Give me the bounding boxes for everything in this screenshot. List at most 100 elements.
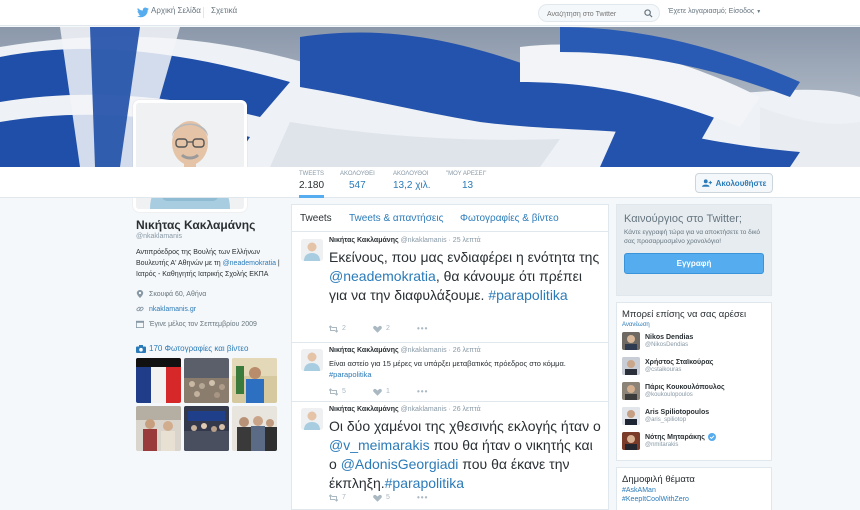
camera-icon [136, 344, 146, 353]
stat-followers[interactable]: ΑΚΟΛΟΥΘΟΙ 13,2 χιλ. [393, 171, 431, 191]
bio-mention-link[interactable]: @neademokratia [223, 260, 276, 267]
hashtag-link[interactable]: #parapolitika [385, 475, 464, 491]
more-dots-icon: ••• [417, 493, 429, 502]
photo-thumbnail[interactable] [184, 406, 229, 451]
tweet-author-name[interactable]: Νικήτας Κακλαμάνης [329, 347, 399, 354]
more-action[interactable]: ••• [417, 387, 461, 396]
suggested-user[interactable]: Πάρις Κουκουλόπουλος @koukoulopoulos [622, 378, 766, 403]
search-input[interactable] [539, 6, 639, 23]
retweet-count: 7 [342, 494, 346, 501]
like-action[interactable]: 1 [373, 388, 417, 396]
search-box [538, 4, 660, 23]
tweet-item[interactable]: Νικήτας Κακλαμάνης @nkaklamanis · 25 λεπ… [292, 233, 608, 343]
suggested-user[interactable]: Nikos Dendias @NikosDendias [622, 328, 766, 353]
search-icon[interactable] [644, 9, 653, 18]
retweet-action[interactable]: 2 [329, 324, 373, 333]
tweet-header: Νικήτας Κακλαμάνης @nkaklamanis · 26 λεπ… [329, 406, 481, 413]
tweet-author-name[interactable]: Νικήτας Κακλαμάνης [329, 237, 399, 244]
suggested-user-name[interactable]: Nikos Dendias [645, 334, 693, 341]
suggested-user-avatar[interactable] [622, 406, 640, 425]
tweet-avatar[interactable] [301, 408, 323, 430]
stat-following[interactable]: ΑΚΟΛΟΥΘΕΙ 547 [340, 171, 375, 191]
suggested-user[interactable]: Χρήστος Σταϊκούρας @cstaikouras [622, 353, 766, 378]
stat-likes[interactable]: "ΜΟΥ ΑΡΕΣΕΙ" 13 [446, 171, 486, 191]
photo-thumbnail[interactable] [184, 358, 229, 403]
mention-link[interactable]: @neademokratia [329, 268, 436, 284]
tweet-author-handle[interactable]: @nkaklamanis [401, 237, 447, 244]
trend-item[interactable]: #AskAMan [622, 487, 766, 494]
heart-icon [373, 388, 382, 396]
mention-link[interactable]: @v_meimarakis [329, 437, 430, 453]
photos-videos-link[interactable]: 170 Φωτογραφίες και βίντεο [136, 344, 248, 353]
suggested-user-handle: @nmitarakis [645, 442, 679, 448]
joined-text: Έγινε μέλος τον Σεπτεμβρίου 2009 [149, 320, 257, 328]
photo-thumbnail[interactable] [136, 406, 181, 451]
trends-card: Δημοφιλή θέματα #AskAMan #KeepItCoolWith… [616, 467, 772, 510]
stat-value: 547 [349, 180, 366, 191]
profile-bio: Αντιπρόεδρος της Βουλής των Ελλήνων Βουλ… [136, 247, 281, 280]
mention-link[interactable]: @AdonisGeorgiadi [341, 456, 459, 472]
suggested-user[interactable]: Νότης Μηταράκης @nmitarakis [622, 428, 766, 453]
more-action[interactable]: ••• [417, 493, 461, 502]
follow-button[interactable]: Ακολουθήστε [695, 173, 773, 193]
tweet-avatar[interactable] [301, 239, 323, 261]
signup-card: Καινούργιος στο Twitter; Κάντε εγγραφή τ… [616, 204, 772, 296]
tweet-author-handle[interactable]: @nkaklamanis [401, 347, 447, 354]
hashtag-link[interactable]: #parapolitika [329, 370, 372, 379]
more-dots-icon: ••• [417, 324, 429, 333]
tab-photos-videos[interactable]: Φωτογραφίες & βίντεο [460, 213, 559, 224]
login-link[interactable]: Έχετε λογαριασμό; Είσοδος ▼ [668, 8, 761, 15]
like-action[interactable]: 5 [373, 494, 417, 502]
tweet-header: Νικήτας Κακλαμάνης @nkaklamanis · 25 λεπ… [329, 237, 481, 244]
tweet-timestamp[interactable]: · 25 λεπτά [449, 237, 481, 244]
profile-handle[interactable]: @nkaklamanis [136, 233, 281, 240]
stat-tweets[interactable]: TWEETS 2.180 [299, 171, 325, 198]
suggested-user-avatar[interactable] [622, 356, 640, 375]
tweet-timestamp[interactable]: · 26 λεπτά [449, 347, 481, 354]
suggested-user-name[interactable]: Χρήστος Σταϊκούρας [645, 359, 713, 366]
retweet-icon [329, 493, 338, 502]
more-action[interactable]: ••• [417, 324, 461, 333]
who-to-follow-card: Μπορεί επίσης να σας αρέσει Ανανέωση Nik… [616, 302, 772, 461]
retweet-count: 2 [342, 325, 346, 332]
stat-value: 13,2 χιλ. [393, 180, 431, 191]
photo-thumbnail[interactable] [232, 406, 277, 451]
tweet-actions: 2 2 ••• [329, 324, 461, 333]
nav-home-link[interactable]: Αρχική Σελίδα [151, 6, 201, 15]
photo-thumbnail[interactable] [136, 358, 181, 403]
suggested-user-name[interactable]: Νότης Μηταράκης [645, 433, 716, 441]
retweet-action[interactable]: 7 [329, 493, 373, 502]
tweet-item[interactable]: Νικήτας Κακλαμάνης @nkaklamanis · 26 λεπ… [292, 343, 608, 402]
nav-divider [203, 7, 204, 18]
hashtag-link[interactable]: #parapolitika [488, 287, 567, 303]
suggested-user-avatar[interactable] [622, 331, 640, 350]
suggested-user-name[interactable]: Aris Spiliotopoulos [645, 409, 709, 416]
like-action[interactable]: 2 [373, 325, 417, 333]
twitter-bird-icon[interactable] [137, 7, 149, 18]
photo-thumbnail[interactable] [232, 358, 277, 403]
tweet-author-handle[interactable]: @nkaklamanis [401, 406, 447, 413]
website-link[interactable]: nkaklamanis.gr [149, 306, 196, 313]
like-count: 2 [386, 325, 390, 332]
verified-badge-icon [707, 433, 716, 441]
nav-about-link[interactable]: Σχετικά [211, 6, 237, 15]
login-label: Έχετε λογαριασμό; Είσοδος [668, 8, 755, 15]
suggested-user-handle: @cstaikouras [645, 366, 682, 373]
tweet-header: Νικήτας Κακλαμάνης @nkaklamanis · 26 λεπ… [329, 347, 481, 354]
suggested-user-name[interactable]: Πάρις Κουκουλόπουλος [645, 384, 725, 391]
trend-item[interactable]: #KeepItCoolWithZero [622, 496, 766, 503]
tweet-avatar[interactable] [301, 349, 323, 371]
tweet-timestamp[interactable]: · 26 λεπτά [449, 406, 481, 413]
tab-tweets-replies[interactable]: Tweets & απαντήσεις [349, 213, 443, 224]
profile-name[interactable]: Νικήτας Κακλαμάνης [136, 218, 281, 232]
follow-user-icon [701, 179, 712, 187]
tweet-author-name[interactable]: Νικήτας Κακλαμάνης [329, 406, 399, 413]
suggested-user-avatar[interactable] [622, 431, 640, 450]
tab-tweets[interactable]: Tweets [300, 213, 332, 224]
retweet-action[interactable]: 5 [329, 387, 373, 396]
suggested-user-handle: @koukoulopoulos [645, 391, 693, 398]
signup-button[interactable]: Εγγραφή [624, 253, 764, 274]
suggested-user[interactable]: Aris Spiliotopoulos @aris_spiliotop [622, 403, 766, 428]
tweet-item[interactable]: Νικήτας Κακλαμάνης @nkaklamanis · 26 λεπ… [292, 402, 608, 509]
suggested-user-avatar[interactable] [622, 381, 640, 400]
